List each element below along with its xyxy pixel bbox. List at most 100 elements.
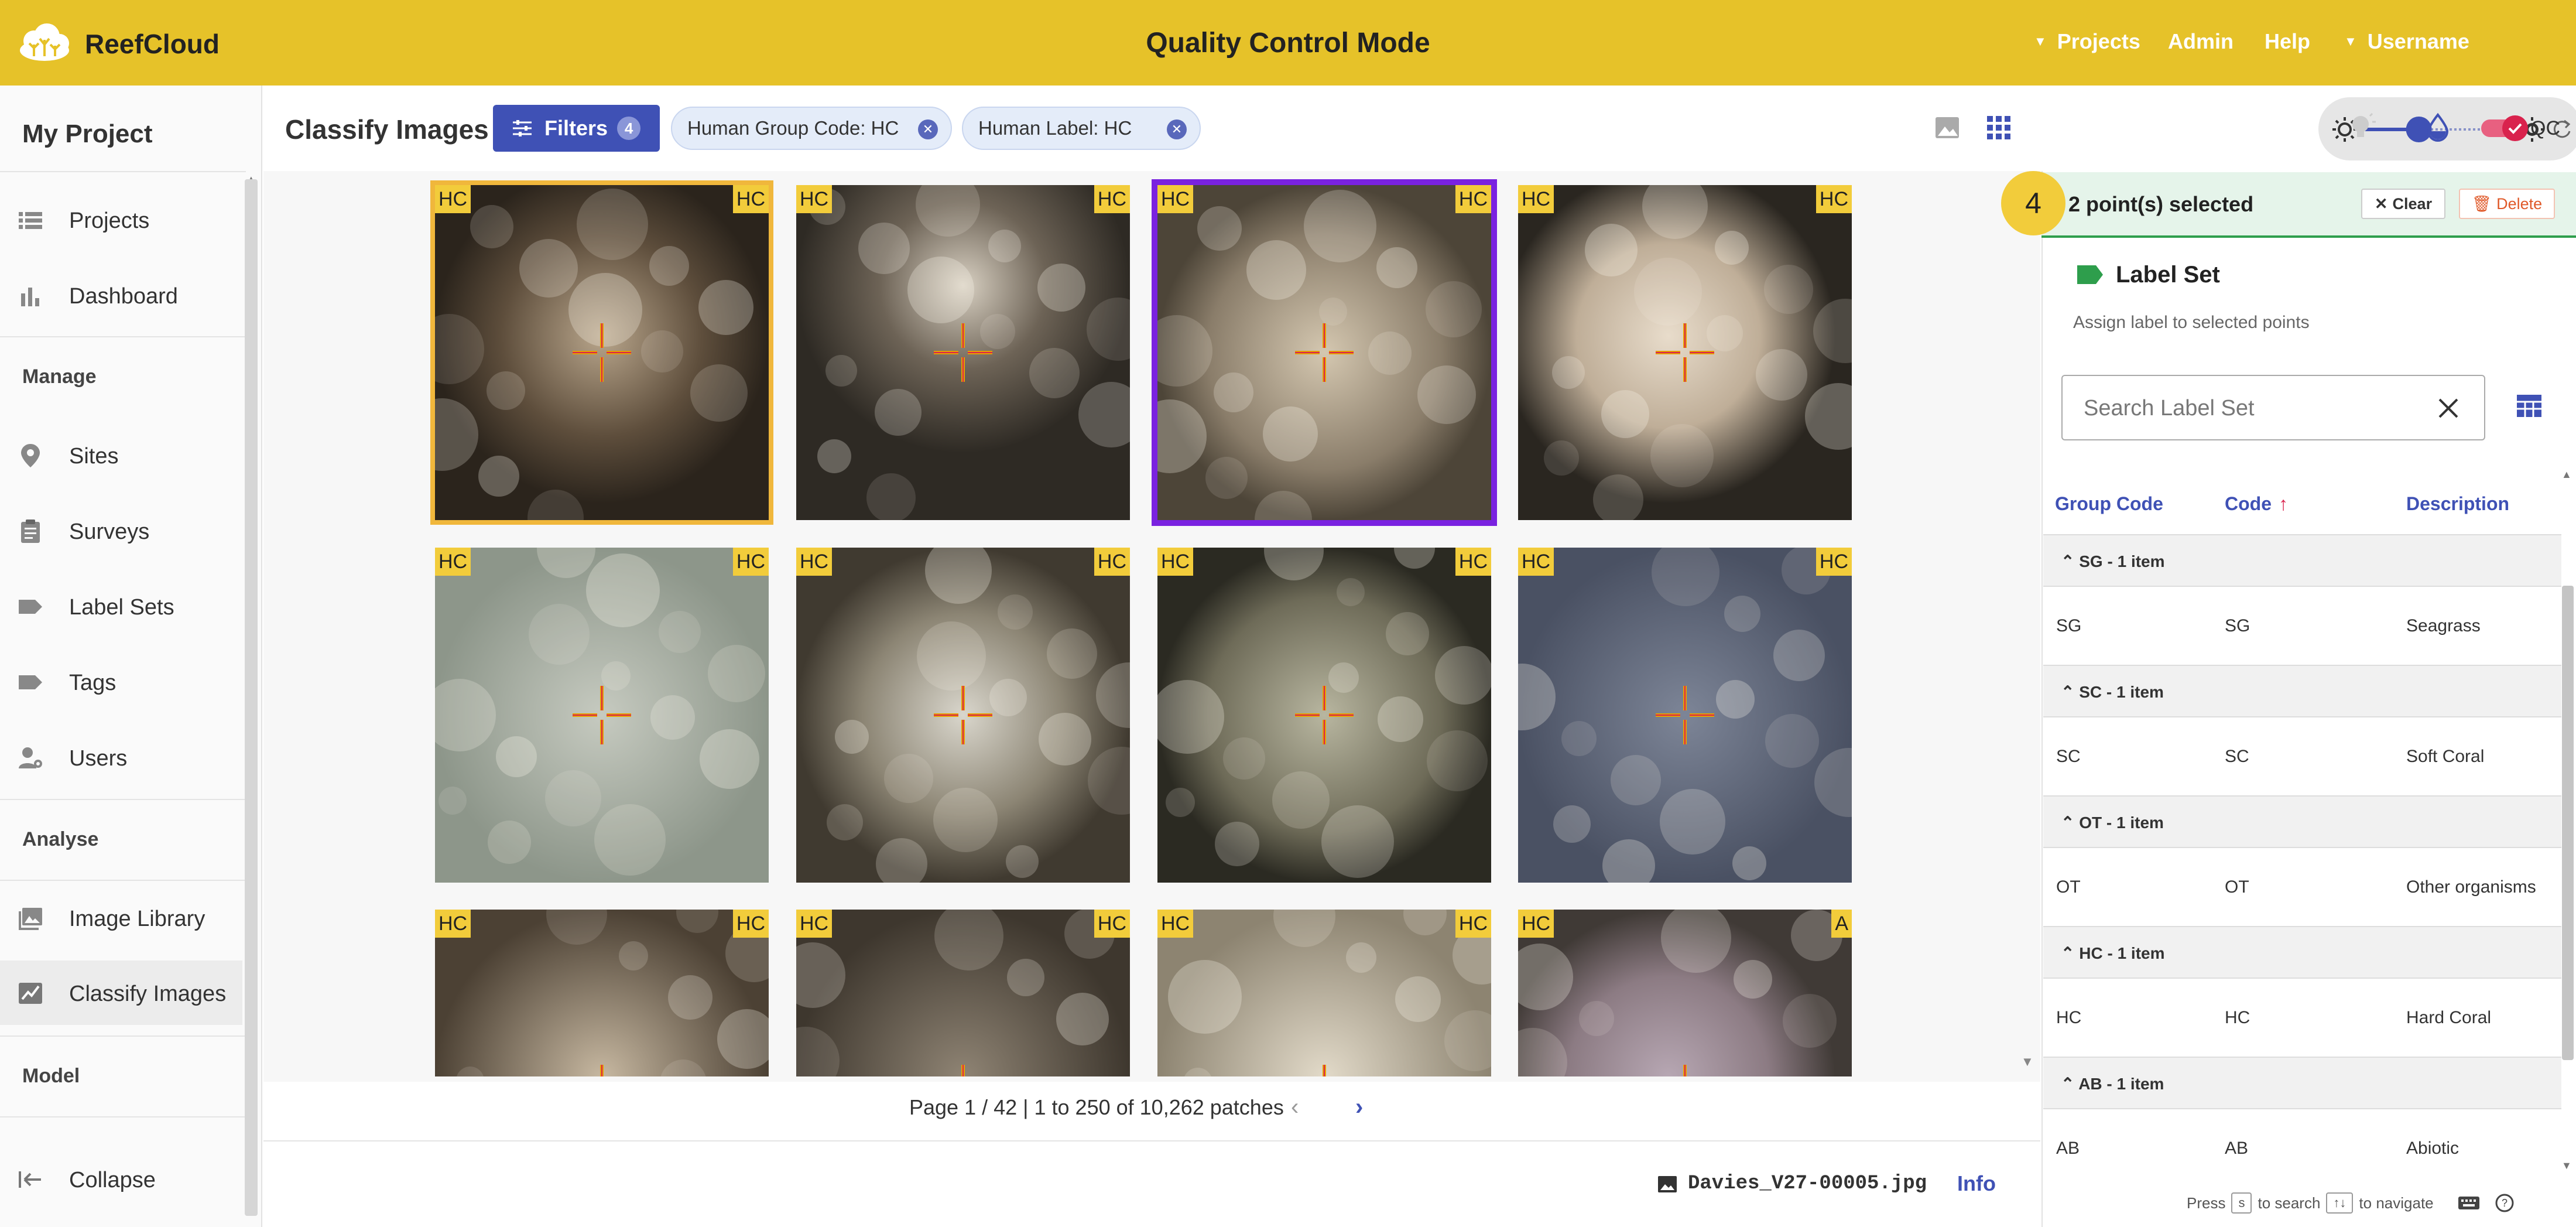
nav-username[interactable]: ▼ Username [2344, 29, 2469, 54]
row-code: HC [2225, 1008, 2250, 1027]
clear-label: Clear [2392, 194, 2433, 213]
image-patch[interactable]: HC A [1518, 910, 1852, 1076]
keyboard-icon[interactable] [2457, 1194, 2481, 1212]
point-crosshair-icon[interactable] [934, 686, 992, 744]
image-file-icon [1658, 1176, 1677, 1192]
point-crosshair-icon[interactable] [1656, 1065, 1714, 1076]
nav-projects[interactable]: ▼ Projects [2034, 29, 2140, 54]
point-crosshair-icon[interactable] [934, 323, 992, 382]
image-patch[interactable]: HC HC [796, 548, 1130, 883]
label-row[interactable]: SC SC Soft Coral [2043, 717, 2561, 796]
label-group-header[interactable]: ⌃ SC - 1 item [2043, 665, 2561, 717]
group-header-text: ⌃ SC - 1 item [2061, 682, 2164, 702]
point-crosshair-icon[interactable] [573, 686, 631, 744]
point-crosshair-icon[interactable] [1656, 323, 1714, 382]
sidebar-item-tags[interactable]: Tags [0, 650, 242, 714]
image-patch[interactable]: HC HC [796, 910, 1130, 1076]
human-label-tag: HC [1518, 910, 1554, 938]
grid-scroll-down-icon[interactable]: ▼ [2021, 1054, 2034, 1069]
label-group-header[interactable]: ⌃ OT - 1 item [2043, 795, 2561, 848]
trash-icon: 🗑 [2471, 195, 2492, 213]
image-patch[interactable]: HC HC [430, 180, 773, 525]
label-row[interactable]: OT OT Other organisms [2043, 848, 2561, 927]
column-code[interactable]: Code ↑ [2225, 493, 2288, 515]
help-circle-icon[interactable]: ? [2495, 1193, 2515, 1213]
label-group-header[interactable]: ⌃ HC - 1 item [2043, 926, 2561, 979]
close-icon[interactable] [2436, 396, 2461, 421]
label-group-header[interactable]: ⌃ AB - 1 item [2043, 1057, 2561, 1109]
collapse-label: Collapse [69, 1168, 156, 1192]
sidebar-item-label: Dashboard [69, 284, 178, 309]
image-patch[interactable]: HC HC [435, 548, 769, 883]
clear-button[interactable]: ✕ Clear [2361, 189, 2445, 219]
sidebar-item-image-library[interactable]: Image Library [0, 886, 242, 950]
point-crosshair-icon[interactable] [573, 1065, 631, 1076]
image-patch[interactable]: HC HC [796, 185, 1130, 520]
coral-photo [1518, 910, 1852, 1076]
image-patch[interactable]: HC HC [435, 910, 769, 1076]
sidebar-item-classify-images[interactable]: Classify Images [0, 961, 242, 1025]
sidebar-item-surveys[interactable]: Surveys [0, 498, 242, 563]
image-patch[interactable]: HC HC [1152, 179, 1497, 526]
point-crosshair-icon[interactable] [934, 1065, 992, 1076]
image-patch[interactable]: HC HC [1518, 548, 1852, 883]
label-group-header[interactable]: ⌃ SG - 1 item [2043, 534, 2561, 587]
single-image-view-icon[interactable] [1932, 112, 1962, 143]
row-group-code: HC [2056, 1008, 2082, 1027]
divider [0, 799, 246, 800]
scroll-down-arrow-icon[interactable]: ▼ [2561, 1160, 2572, 1172]
info-button[interactable]: Info [1957, 1171, 1996, 1196]
label-row[interactable]: HC HC Hard Coral [2043, 979, 2561, 1057]
sidebar-item-projects[interactable]: Projects [0, 187, 242, 252]
collapse-button[interactable]: Collapse [0, 1147, 242, 1211]
scroll-up-arrow-icon[interactable]: ▲ [2561, 469, 2572, 481]
lightbulb-icon[interactable] [2347, 112, 2377, 143]
point-crosshair-icon[interactable] [1295, 686, 1354, 744]
image-patch[interactable]: HC HC [1157, 548, 1491, 883]
sidebar-item-label: Label Sets [69, 595, 174, 620]
sidebar-scrollbar[interactable] [245, 179, 258, 1216]
point-crosshair-icon[interactable] [1295, 323, 1354, 382]
hint-search: to search [2258, 1194, 2321, 1212]
nav-admin[interactable]: Admin [2168, 29, 2234, 54]
delete-button[interactable]: 🗑 Delete [2459, 189, 2555, 219]
label-row[interactable]: AB AB Abiotic [2043, 1109, 2561, 1188]
label-search-input[interactable]: Search Label Set [2061, 375, 2485, 440]
chip-label: Human Group Code: HC [687, 117, 899, 139]
panel-scrollbar[interactable] [2562, 586, 2574, 1060]
brand-name[interactable]: ReefCloud [85, 28, 220, 60]
column-group-code[interactable]: Group Code [2055, 493, 2163, 515]
image-filename: Davies_V27-00005.jpg [1688, 1173, 1927, 1195]
chip-remove-icon[interactable]: ✕ [1167, 119, 1187, 139]
hint-navigate: to navigate [2359, 1194, 2434, 1212]
label-row[interactable]: SG SG Seagrass [2043, 587, 2561, 665]
row-description: Soft Coral [2406, 747, 2485, 766]
prev-page-icon[interactable]: ‹ [1291, 1094, 1299, 1120]
chevron-down-icon: ▼ [2344, 34, 2357, 49]
sidebar-item-label-sets[interactable]: Label Sets [0, 574, 242, 638]
sidebar-item-users[interactable]: Users [0, 725, 242, 789]
next-page-icon[interactable]: › [1355, 1094, 1363, 1120]
image-patch[interactable]: HC HC [1157, 910, 1491, 1076]
point-crosshair-icon[interactable] [1295, 1065, 1354, 1076]
divider [0, 1116, 246, 1117]
group-header-label: SG - 1 item [2079, 552, 2165, 570]
qc-toggle[interactable] [2480, 115, 2530, 142]
filters-button[interactable]: Filters 4 [493, 105, 660, 152]
filter-chip-group-code[interactable]: Human Group Code: HC ✕ [671, 107, 952, 150]
column-description[interactable]: Description [2406, 493, 2509, 515]
chip-remove-icon[interactable]: ✕ [918, 119, 938, 139]
nav-help[interactable]: Help [2265, 29, 2310, 54]
grid-view-icon[interactable] [1984, 112, 2014, 143]
filter-chip-label[interactable]: Human Label: HC ✕ [962, 107, 1201, 150]
label-set-subtitle: Assign label to selected points [2073, 313, 2310, 332]
machine-label-tag: HC [732, 548, 769, 576]
opacity-drop-icon[interactable] [2423, 112, 2453, 143]
point-crosshair-icon[interactable] [1656, 686, 1714, 744]
image-patch[interactable]: HC HC [1518, 185, 1852, 520]
sidebar-item-dashboard[interactable]: Dashboard [0, 263, 242, 327]
table-view-icon[interactable] [2515, 391, 2544, 421]
divider [0, 336, 246, 337]
sidebar-item-sites[interactable]: Sites [0, 423, 242, 487]
point-crosshair-icon[interactable] [573, 323, 631, 382]
